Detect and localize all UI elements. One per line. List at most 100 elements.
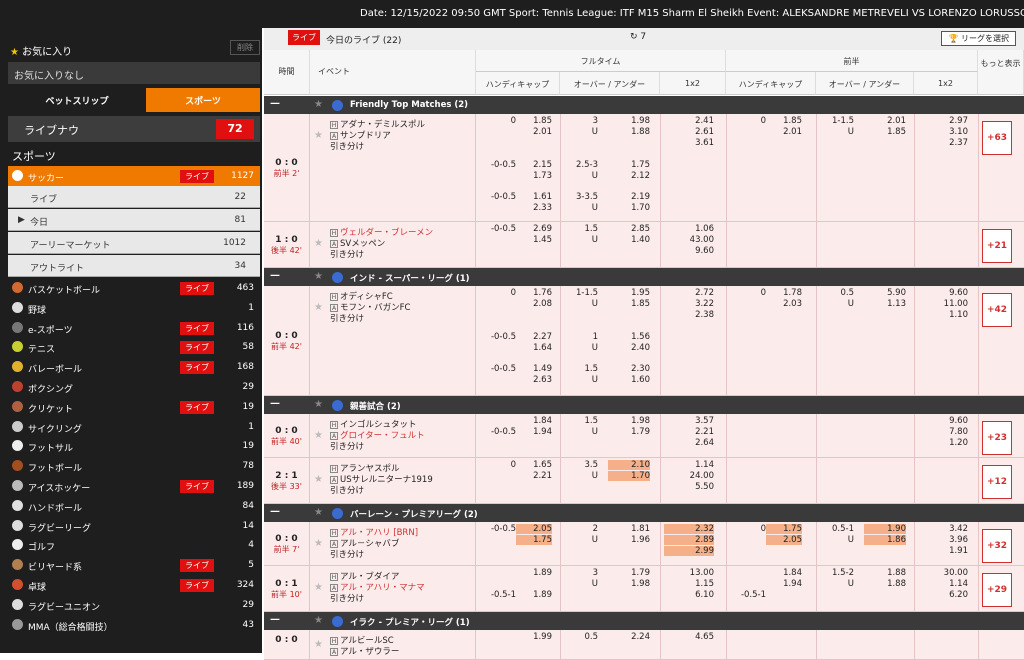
match-event[interactable]: ★ H アダナ・デミルスポル A サンプドリア 引き分け <box>310 114 476 221</box>
odds-cell[interactable]: -0-0.5 <box>480 332 516 342</box>
sidebar-item-sport[interactable]: ラグビーユニオン 29 <box>8 595 260 615</box>
star-icon[interactable]: ★ <box>314 238 323 249</box>
odds-cell[interactable]: 5.50 <box>664 482 714 492</box>
odds-cell[interactable]: 2.33 <box>516 203 552 213</box>
more-markets-button[interactable]: +12 <box>982 465 1012 499</box>
odds-cell[interactable]: 2.12 <box>608 171 650 181</box>
odds-cell[interactable]: 1.85 <box>766 116 802 126</box>
odds-cell[interactable]: 2.01 <box>864 116 906 126</box>
odds-cell[interactable]: U <box>820 299 854 309</box>
odds-cell[interactable]: 2.99 <box>664 546 714 556</box>
league-header[interactable]: — ★ インド - スーパー・リーグ (1) <box>264 268 1024 286</box>
odds-cell[interactable]: 1.70 <box>608 471 650 481</box>
odds-cell[interactable]: 1.06 <box>664 224 714 234</box>
odds-cell[interactable]: 1.89 <box>516 590 552 600</box>
odds-cell[interactable]: 1.91 <box>918 546 968 556</box>
odds-cell[interactable]: U <box>564 235 598 245</box>
odds-cell[interactable]: 2.01 <box>766 127 802 137</box>
odds-cell[interactable]: 0 <box>480 460 516 470</box>
odds-cell[interactable]: 1.75 <box>766 524 802 534</box>
odds-cell[interactable]: 1.79 <box>608 568 650 578</box>
odds-cell[interactable]: U <box>564 427 598 437</box>
league-header[interactable]: — ★ バーレーン - プレミアリーグ (2) <box>264 504 1024 522</box>
odds-cell[interactable]: 1-1.5 <box>564 288 598 298</box>
odds-cell[interactable]: 2.15 <box>516 160 552 170</box>
odds-cell[interactable]: 4.65 <box>664 632 714 642</box>
odds-cell[interactable]: 3.57 <box>664 416 714 426</box>
odds-cell[interactable]: 3.10 <box>918 127 968 137</box>
odds-cell[interactable]: 2.30 <box>608 364 650 374</box>
match-event[interactable]: ★ H アランヤスポル A USサレルニターナ1919 引き分け <box>310 458 476 503</box>
collapse-icon[interactable]: — <box>270 98 280 109</box>
sidebar-item-sport[interactable]: サイクリング 1 <box>8 417 260 437</box>
odds-cell[interactable]: 1.88 <box>864 579 906 589</box>
odds-cell[interactable]: 11.00 <box>918 299 968 309</box>
sidebar-item-soccer[interactable]: サッカー ライブ 1127 <box>8 166 260 186</box>
odds-cell[interactable]: 0.5-1 <box>820 524 854 534</box>
odds-cell[interactable]: -0-0.5 <box>480 524 516 534</box>
odds-cell[interactable]: 3.42 <box>918 524 968 534</box>
odds-cell[interactable]: 1.64 <box>516 343 552 353</box>
odds-cell[interactable]: 1.70 <box>608 203 650 213</box>
odds-cell[interactable]: 2.05 <box>516 524 552 534</box>
sidebar-item-sport[interactable]: 卓球 ライブ 324 <box>8 575 260 595</box>
odds-cell[interactable]: U <box>564 535 598 545</box>
collapse-icon[interactable]: — <box>270 614 280 625</box>
odds-cell[interactable]: 1.75 <box>608 160 650 170</box>
sidebar-item-sport[interactable]: アイスホッケー ライブ 189 <box>8 476 260 496</box>
odds-cell[interactable]: 1.98 <box>608 416 650 426</box>
odds-cell[interactable]: 2.03 <box>766 299 802 309</box>
odds-cell[interactable]: 2.97 <box>918 116 968 126</box>
star-icon[interactable]: ★ <box>314 582 323 593</box>
odds-cell[interactable]: 6.10 <box>664 590 714 600</box>
odds-cell[interactable]: 0.5 <box>564 632 598 642</box>
odds-cell[interactable]: 2.21 <box>664 427 714 437</box>
sidebar-item-sport[interactable]: MMA（総合格闘技） 43 <box>8 615 260 635</box>
odds-cell[interactable]: 13.00 <box>664 568 714 578</box>
refresh-button[interactable]: ↻ 7 <box>630 32 646 42</box>
odds-cell[interactable]: 2.05 <box>766 535 802 545</box>
odds-cell[interactable]: -0.5-1 <box>480 590 516 600</box>
odds-cell[interactable]: 2.38 <box>664 310 714 320</box>
odds-cell[interactable]: 1.94 <box>516 427 552 437</box>
star-icon[interactable]: ★ <box>314 507 323 518</box>
sidebar-item-sport[interactable]: バレーボール ライブ 168 <box>8 357 260 377</box>
odds-cell[interactable]: 24.00 <box>664 471 714 481</box>
collapse-icon[interactable]: — <box>270 270 280 281</box>
star-icon[interactable]: ★ <box>314 538 323 549</box>
odds-cell[interactable]: 1.14 <box>664 460 714 470</box>
odds-cell[interactable]: 1.13 <box>864 299 906 309</box>
odds-cell[interactable]: 6.20 <box>918 590 968 600</box>
odds-cell[interactable]: 0 <box>480 288 516 298</box>
odds-cell[interactable]: 0 <box>730 288 766 298</box>
odds-cell[interactable]: 2.89 <box>664 535 714 545</box>
sidebar-item-sport[interactable]: ゴルフ 4 <box>8 535 260 555</box>
sidebar-item-sport[interactable]: ビリヤード系 ライブ 5 <box>8 555 260 575</box>
soccer-sub-item[interactable]: ▶ 今日 81 <box>8 209 260 231</box>
match-event[interactable]: ★ H オディシャFC A モフン・バガンFC 引き分け <box>310 286 476 395</box>
more-markets-button[interactable]: +63 <box>982 121 1012 155</box>
sidebar-item-sport[interactable]: 野球 1 <box>8 298 260 318</box>
star-icon[interactable]: ★ <box>314 271 323 282</box>
tab-sports[interactable]: スポーツ <box>146 88 260 112</box>
odds-cell[interactable]: U <box>564 171 598 181</box>
odds-cell[interactable]: 1.5-2 <box>820 568 854 578</box>
match-event[interactable]: ★ H アルビールSC A アル・ザウラー <box>310 630 476 659</box>
odds-cell[interactable]: 0 <box>730 116 766 126</box>
odds-cell[interactable]: 2.72 <box>664 288 714 298</box>
odds-cell[interactable]: 2.61 <box>664 127 714 137</box>
odds-cell[interactable]: 2.85 <box>608 224 650 234</box>
odds-cell[interactable]: 9.60 <box>918 416 968 426</box>
odds-cell[interactable]: 1.85 <box>516 116 552 126</box>
odds-cell[interactable]: 1.75 <box>516 535 552 545</box>
league-header[interactable]: — ★ Friendly Top Matches (2) <box>264 96 1024 114</box>
odds-cell[interactable]: -0.5-1 <box>730 590 766 600</box>
odds-cell[interactable]: 1.99 <box>516 632 552 642</box>
more-markets-button[interactable]: +21 <box>982 229 1012 263</box>
delete-button[interactable]: 削除 <box>230 40 260 55</box>
odds-cell[interactable]: 1.14 <box>918 579 968 589</box>
odds-cell[interactable]: U <box>564 343 598 353</box>
odds-cell[interactable]: U <box>564 127 598 137</box>
sidebar-item-sport[interactable]: e-スポーツ ライブ 116 <box>8 318 260 338</box>
odds-cell[interactable]: 2.24 <box>608 632 650 642</box>
